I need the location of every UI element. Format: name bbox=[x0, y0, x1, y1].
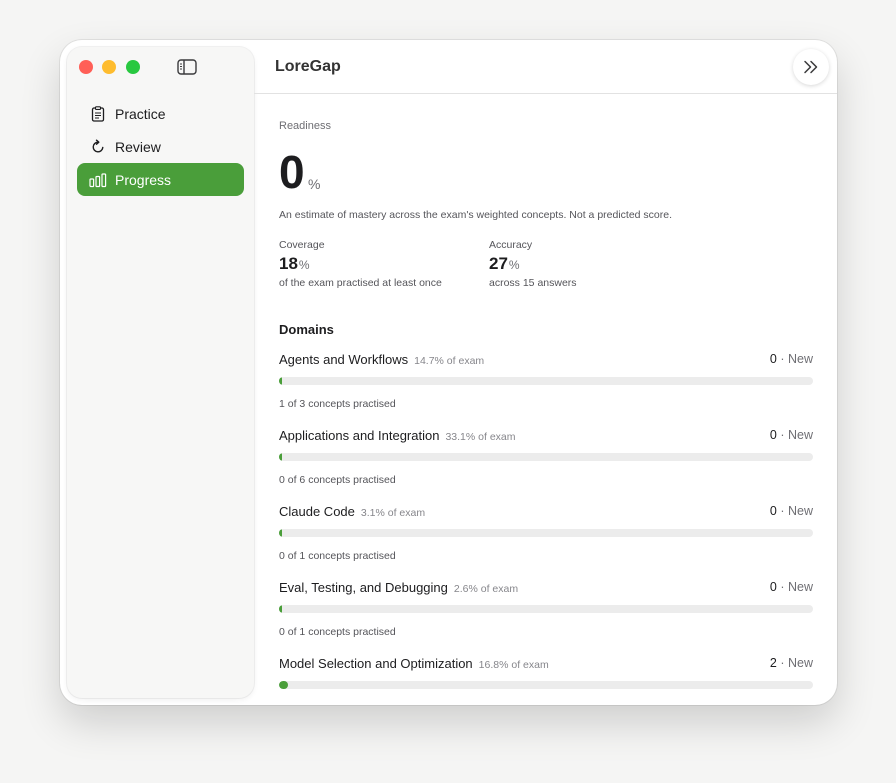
sidebar-item-label: Review bbox=[115, 138, 161, 155]
domain-status: · New bbox=[780, 428, 813, 442]
sidebar-item-practice[interactable]: Practice bbox=[77, 97, 244, 130]
coverage-stat: Coverage 18% of the exam practised at le… bbox=[279, 239, 442, 289]
coverage-caption: of the exam practised at least once bbox=[279, 277, 442, 289]
accuracy-value: 27% bbox=[489, 254, 520, 273]
accuracy-stat: Accuracy 27% across 15 answers bbox=[489, 239, 577, 289]
clipboard-icon bbox=[89, 105, 107, 123]
domain-progress-bar bbox=[279, 453, 813, 461]
domain-concepts-practised: 0 of 6 concepts practised bbox=[279, 474, 396, 486]
coverage-value: 18% bbox=[279, 254, 310, 273]
sidebar-item-progress[interactable]: Progress bbox=[77, 163, 244, 196]
domain-progress-fill bbox=[279, 453, 283, 461]
domain-status: · New bbox=[780, 580, 813, 594]
coverage-label: Coverage bbox=[279, 239, 325, 251]
domain-name: Claude Code bbox=[279, 504, 355, 519]
close-window-button[interactable] bbox=[79, 60, 93, 74]
domain-progress-bar bbox=[279, 377, 813, 385]
progress-content: Readiness 0 % An estimate of mastery acr… bbox=[279, 94, 813, 705]
accuracy-label: Accuracy bbox=[489, 239, 533, 251]
domain-name: Agents and Workflows bbox=[279, 352, 409, 367]
domain-status: · New bbox=[780, 352, 813, 366]
sidebar-item-label: Progress bbox=[115, 171, 172, 188]
domain-progress-fill bbox=[279, 377, 283, 385]
readiness-unit: % bbox=[308, 176, 321, 192]
domain-concepts-practised: 1 of 3 concepts practised bbox=[279, 398, 396, 410]
accuracy-caption: across 15 answers bbox=[489, 277, 577, 289]
domain-share: 16.8% of exam bbox=[478, 659, 549, 671]
domain-score: 2 bbox=[769, 656, 777, 670]
domain-score: 0 bbox=[769, 580, 777, 594]
domain-progress-fill bbox=[279, 605, 283, 613]
domain-share: 33.1% of exam bbox=[445, 431, 516, 443]
sidebar-nav: Practice Review Progress bbox=[77, 97, 244, 196]
sidebar-toggle-icon[interactable] bbox=[177, 57, 197, 77]
domain-name: Model Selection and Optimization bbox=[279, 656, 473, 671]
domain-row[interactable]: Agents and Workflows 14.7% of exam 0 · Ne… bbox=[279, 352, 813, 428]
domains-heading: Domains bbox=[279, 322, 334, 337]
refresh-icon bbox=[89, 138, 107, 156]
readiness-value: 0 bbox=[279, 146, 305, 198]
domain-name: Applications and Integration bbox=[279, 428, 440, 443]
zoom-window-button[interactable] bbox=[126, 60, 140, 74]
domain-share: 3.1% of exam bbox=[360, 507, 426, 519]
bar-chart-icon bbox=[89, 171, 107, 189]
sidebar-item-label: Practice bbox=[115, 105, 166, 122]
domain-row[interactable]: Applications and Integration 33.1% of exa… bbox=[279, 428, 813, 504]
toolbar: LoreGap bbox=[254, 40, 837, 94]
readiness-description: An estimate of mastery across the exam's… bbox=[279, 209, 673, 221]
domain-score: 0 bbox=[769, 428, 777, 442]
domain-row[interactable]: Claude Code 3.1% of exam 0 · New 0 of 1 c… bbox=[279, 504, 813, 580]
sidebar: Practice Review Progress bbox=[67, 47, 254, 698]
domain-share: 14.7% of exam bbox=[414, 355, 485, 367]
domain-progress-fill bbox=[279, 529, 283, 537]
domain-progress-bar bbox=[279, 605, 813, 613]
domain-concepts-practised: 0 of 1 concepts practised bbox=[279, 626, 396, 638]
domain-status: · New bbox=[780, 656, 813, 670]
domain-score: 0 bbox=[769, 504, 777, 518]
readiness-label: Readiness bbox=[279, 120, 331, 132]
domain-progress-bar bbox=[279, 529, 813, 537]
domain-progress-bar bbox=[279, 681, 813, 689]
expand-button[interactable] bbox=[793, 49, 829, 85]
double-chevron-right-icon bbox=[804, 60, 818, 74]
app-window: Practice Review Progress LoreGap Readine… bbox=[60, 40, 837, 705]
domain-concepts-practised: 0 of 1 concepts practised bbox=[279, 550, 396, 562]
minimize-window-button[interactable] bbox=[102, 60, 116, 74]
page-title: LoreGap bbox=[275, 58, 341, 75]
domain-row[interactable]: Model Selection and Optimization 16.8% of… bbox=[279, 656, 813, 705]
domain-progress-fill bbox=[279, 681, 288, 689]
domain-score: 0 bbox=[769, 352, 777, 366]
domain-status: · New bbox=[780, 504, 813, 518]
sidebar-item-review[interactable]: Review bbox=[77, 130, 244, 163]
domain-row[interactable]: Eval, Testing, and Debugging 2.6% of exam… bbox=[279, 580, 813, 656]
domain-name: Eval, Testing, and Debugging bbox=[279, 580, 448, 595]
domain-share: 2.6% of exam bbox=[453, 583, 519, 595]
